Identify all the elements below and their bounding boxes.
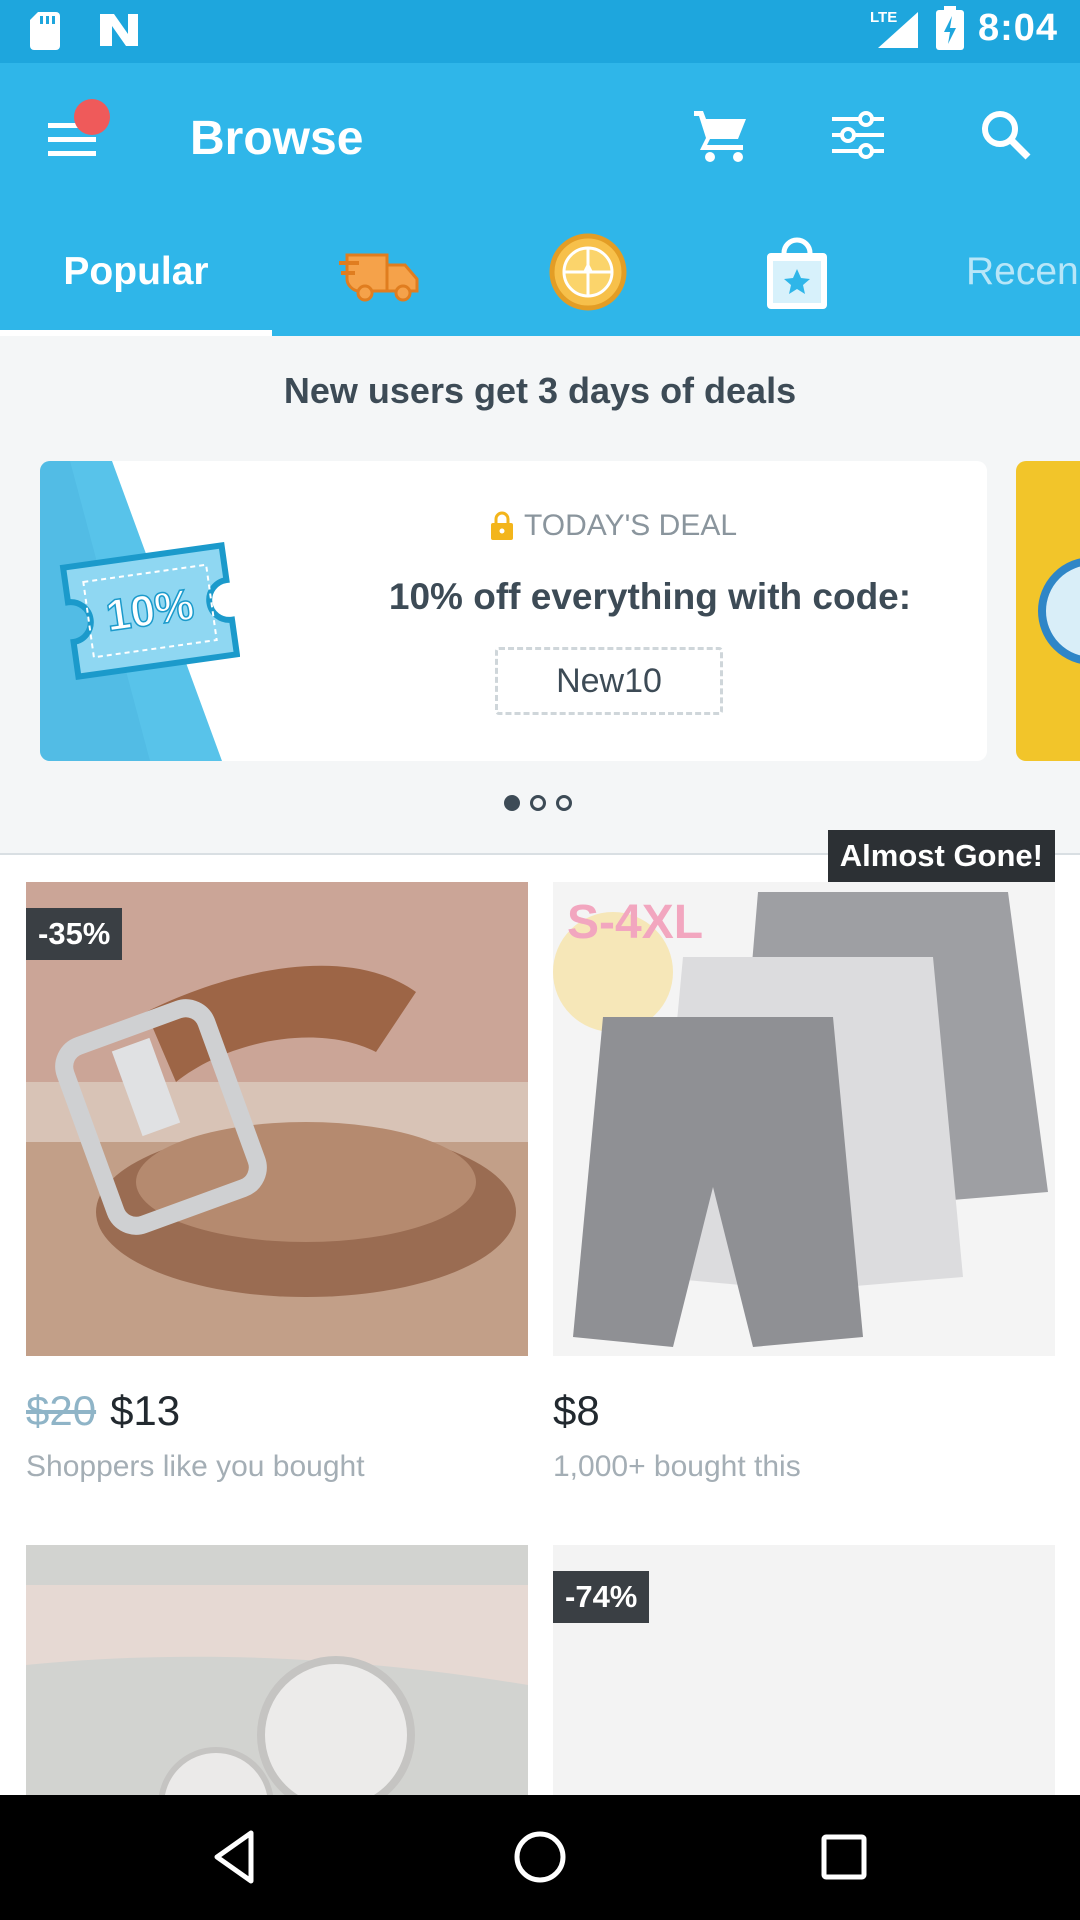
deal-kicker: TODAY'S DEAL <box>490 509 737 543</box>
discount-tag: -35% <box>26 908 123 960</box>
promo-heading: New users get 3 days of deals <box>283 370 797 411</box>
category-tabs: Popular Recen <box>0 208 1080 336</box>
page-title: Browse <box>190 112 364 165</box>
back-icon <box>214 1830 254 1884</box>
shopping-bag-icon <box>767 237 827 309</box>
almost-gone-badge: Almost Gone! <box>827 830 1055 882</box>
clock: 8:04 <box>977 6 1058 49</box>
n-notification-icon <box>100 14 138 46</box>
delivery-truck-icon <box>339 253 419 302</box>
tab-recent[interactable]: Recen <box>966 208 1080 336</box>
product-price: $20 $13 <box>26 1387 180 1435</box>
product-price: $8 <box>553 1387 600 1434</box>
original-price: $20 <box>26 1387 97 1434</box>
discount-tag: -74% <box>553 1571 650 1623</box>
search-button[interactable] <box>976 105 1036 165</box>
lock-icon <box>491 511 513 540</box>
tab-popular[interactable]: Popular <box>0 208 272 336</box>
ring-image <box>26 1545 528 1795</box>
wheel-icon <box>549 233 627 311</box>
recents-button[interactable] <box>812 1825 876 1889</box>
product-image-shorts[interactable]: S-4XL <box>553 882 1055 1356</box>
clock-badge-icon <box>1038 558 1080 664</box>
promo-code[interactable]: New10 <box>495 647 723 715</box>
cart-icon <box>694 111 746 162</box>
product-subtitle: 1,000+ bought this <box>553 1450 801 1483</box>
battery-charging-icon <box>935 6 964 50</box>
system-navigation-bar <box>0 1795 1080 1920</box>
active-tab-indicator <box>0 330 272 336</box>
carousel-dots <box>504 795 572 811</box>
carousel-dot[interactable] <box>504 795 520 811</box>
back-button[interactable] <box>205 1825 269 1889</box>
svg-text:LTE: LTE <box>870 9 897 26</box>
recents-icon <box>821 1834 867 1880</box>
carousel-dot[interactable] <box>530 795 546 811</box>
filter-button[interactable] <box>828 105 888 165</box>
cart-button[interactable] <box>690 105 750 165</box>
deal-card[interactable]: 10% TODAY'S DEAL 10% off everything with… <box>40 461 987 761</box>
sale-price: $13 <box>110 1387 181 1434</box>
app-bar: Browse <box>0 63 1080 208</box>
product-subtitle: Shoppers like you bought <box>26 1450 365 1483</box>
sd-card-icon <box>30 12 60 50</box>
tab-popular-label: Popular <box>63 250 209 293</box>
coupon-ticket-icon: 10% <box>40 461 240 761</box>
home-icon <box>514 1831 566 1883</box>
shorts-image: S-4XL <box>553 882 1055 1356</box>
deal-kicker-text: TODAY'S DEAL <box>524 509 738 542</box>
tab-shipping[interactable] <box>330 208 430 336</box>
sliders-icon <box>832 111 884 159</box>
tab-saved[interactable] <box>760 208 834 336</box>
status-bar: LTE 8:04 <box>0 0 1080 63</box>
deal-title: 10% off everything with code: <box>388 576 912 617</box>
svg-text:S-4XL: S-4XL <box>567 896 703 949</box>
tab-recent-label: Recen <box>966 250 1079 293</box>
next-deal-card[interactable] <box>1016 461 1080 761</box>
home-button[interactable] <box>508 1825 572 1889</box>
search-icon <box>982 111 1031 160</box>
carousel-dot[interactable] <box>556 795 572 811</box>
lte-signal-icon: LTE <box>870 9 918 48</box>
notification-badge <box>74 99 110 135</box>
product-image-ring[interactable] <box>26 1545 528 1795</box>
tab-wheel[interactable] <box>545 208 631 336</box>
